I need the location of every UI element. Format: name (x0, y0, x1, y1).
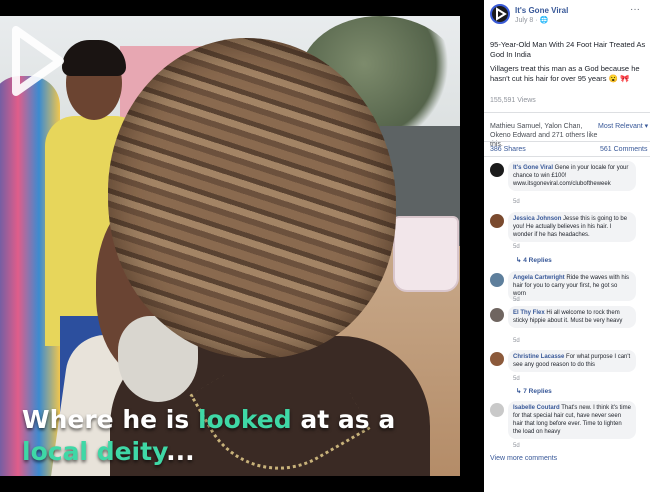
commenter-avatar[interactable] (490, 163, 504, 177)
comment-bubble: It's Gone Viral Gene in your locale for … (508, 161, 636, 191)
commenter-avatar[interactable] (490, 403, 504, 417)
play-logo-icon (12, 26, 64, 96)
video-caption: Where he is looked at as a local deity..… (22, 404, 452, 468)
view-count: 155,591 Views (490, 97, 536, 104)
commenter-name[interactable]: Jessica Johnson (513, 216, 561, 222)
page-play-icon (496, 7, 507, 21)
commenter-avatar[interactable] (490, 308, 504, 322)
comment-bubble: El Thy Flex Hi all welcome to rock them … (508, 306, 636, 328)
comment-timestamp[interactable]: 5d (513, 199, 520, 205)
commenter-avatar[interactable] (490, 214, 504, 228)
commenter-avatar[interactable] (490, 273, 504, 287)
post-options-button[interactable]: ··· (630, 4, 640, 15)
comment-bubble: Angela Cartwright Ride the waves with hi… (508, 271, 636, 301)
post-date: July 8 · 🌐 (515, 16, 548, 24)
comment-timestamp[interactable]: 5d (513, 443, 520, 449)
post-text: Villagers treat this man as a God becaus… (490, 64, 640, 83)
comment-bubble: Isabelle Coutard That's new. I think it'… (508, 401, 636, 439)
commenter-avatar[interactable] (490, 352, 504, 366)
likes-summary[interactable]: Mathieu Samuel, Yalon Chan, Okeno Edward… (490, 122, 600, 149)
comment-bubble: Christine Lacasse For what purpose I can… (508, 350, 636, 372)
viewer-stage: Where he is looked at as a local deity..… (0, 0, 650, 492)
post-side-panel: It's Gone Viral July 8 · 🌐 ··· 95-Year-O… (484, 0, 650, 492)
caption-highlight-1: looked (197, 405, 292, 434)
page-avatar[interactable] (490, 4, 510, 24)
view-replies-link[interactable]: ↳ 4 Replies (516, 256, 552, 264)
shares-link[interactable]: 386 Shares (490, 146, 526, 153)
comment-timestamp[interactable]: 5d (513, 376, 520, 382)
commenter-name[interactable]: Isabelle Coutard (513, 405, 560, 411)
post-header: It's Gone Viral July 8 · 🌐 ··· (484, 0, 650, 34)
commenter-name[interactable]: El Thy Flex (513, 310, 545, 316)
comments-count-link[interactable]: 561 Comments (600, 146, 647, 153)
divider (484, 112, 650, 113)
comment-bubble: Jessica Johnson Jesse this is going to b… (508, 212, 636, 242)
caption-text-2: at as a (291, 405, 396, 434)
commenter-name[interactable]: It's Gone Viral (513, 165, 553, 171)
view-replies-link[interactable]: ↳ 7 Replies (516, 387, 552, 395)
comment-timestamp[interactable]: 5d (513, 338, 520, 344)
globe-icon: 🌐 (539, 17, 549, 24)
video-player[interactable]: Where he is looked at as a local deity..… (0, 16, 460, 476)
view-more-comments-link[interactable]: View more comments (490, 455, 557, 462)
page-name-link[interactable]: It's Gone Viral (515, 6, 568, 15)
caption-highlight-2: local deity (22, 437, 167, 466)
comment-timestamp[interactable]: 5d (513, 244, 520, 250)
caption-text-3: ... (166, 437, 195, 466)
caption-text-1: Where he is (22, 405, 198, 434)
post-title: 95-Year-Old Man With 24 Foot Hair Treate… (490, 40, 646, 59)
video-scene-tub (393, 216, 459, 292)
commenter-name[interactable]: Angela Cartwright (513, 275, 565, 281)
commenter-name[interactable]: Christine Lacasse (513, 354, 564, 360)
divider (484, 141, 650, 142)
post-date-text: July 8 · (515, 17, 540, 24)
divider (484, 156, 650, 157)
comment-timestamp[interactable]: 5d (513, 297, 520, 303)
sort-comments-dropdown[interactable]: Most Relevant ▾ (598, 122, 648, 130)
